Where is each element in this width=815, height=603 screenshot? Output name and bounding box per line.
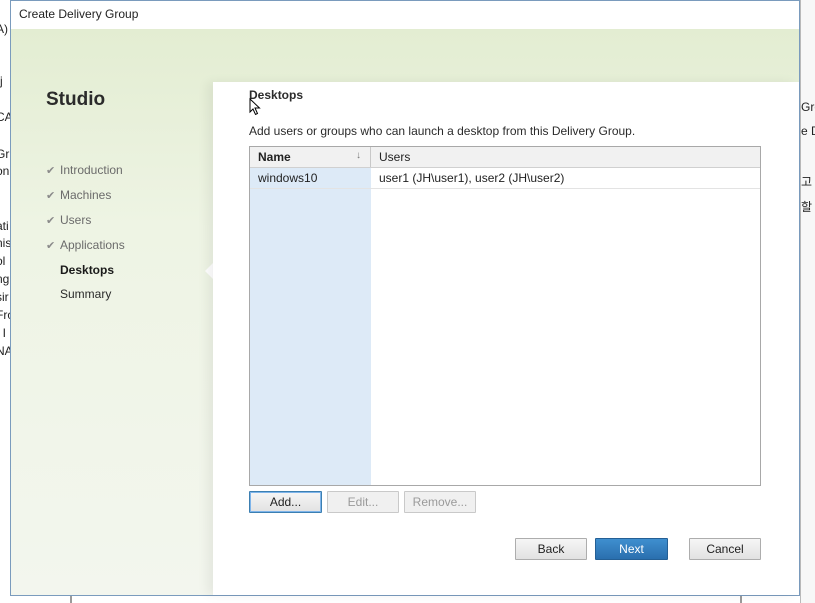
column-header-name[interactable]: Name ↓ [250,147,371,167]
add-button[interactable]: Add... [249,491,322,513]
row-users-cell: user1 (JH\user1), user2 (JH\user2) [379,171,565,185]
step-label: Applications [60,238,125,252]
step-label: Introduction [60,163,123,177]
desktops-table[interactable]: Name ↓ Users windows10 user1 (JH\user1),… [249,146,761,486]
name-column-background [250,167,371,485]
bg-text: 할 [801,200,813,214]
check-icon: ✔ [46,165,56,177]
column-header-label: Name [258,150,291,164]
wizard-content: Studio ✔ Introduction ✔ Machines ✔ Users ✔ A… [11,29,799,595]
check-icon: ✔ [46,215,56,227]
step-introduction: ✔ Introduction [46,163,123,183]
bg-text: Gr [0,147,10,161]
next-button[interactable]: Next [595,538,668,560]
step-applications: ✔ Applications [46,238,125,258]
bg-text: ol [0,254,6,268]
remove-button[interactable]: Remove... [404,491,476,513]
bg-text: (j [0,74,3,88]
background-app-right: Gro e Dr 고 할 [800,0,815,603]
step-machines: ✔ Machines [46,188,111,208]
create-delivery-group-dialog: Create Delivery Group Studio ✔ Introducti… [10,0,800,596]
bg-text: on [0,164,10,178]
title-bar[interactable]: Create Delivery Group [11,1,799,29]
step-label: Desktops [60,263,115,277]
bg-text: ati [0,219,9,233]
check-icon: ✔ [46,190,56,202]
main-panel: Desktops Add users or groups who can lau… [213,82,799,595]
wizard-sidebar: Studio ✔ Introduction ✔ Machines ✔ Users ✔ A… [11,29,213,595]
bg-divider [70,596,72,603]
step-label: Summary [60,287,112,301]
table-row[interactable]: windows10 user1 (JH\user1), user2 (JH\us… [250,168,760,189]
step-users: ✔ Users [46,213,91,233]
sort-arrow-icon: ↓ [356,150,361,161]
bg-text: A) [0,22,8,36]
bg-text: / I [0,326,7,340]
bg-text: sir [0,290,9,304]
bg-text: ng [0,272,10,286]
edit-button[interactable]: Edit... [327,491,399,513]
row-name-cell: windows10 [258,171,318,185]
step-summary: Summary [46,287,111,307]
bg-divider [740,596,742,603]
cancel-button[interactable]: Cancel [689,538,761,560]
mouse-cursor-icon [249,98,261,116]
active-step-pointer [205,263,213,279]
page-description: Add users or groups who can launch a des… [249,124,636,138]
window-title: Create Delivery Group [19,7,139,21]
column-header-users[interactable]: Users [379,150,410,164]
step-label: Users [60,213,92,227]
background-app-bottom [12,596,800,603]
step-label: Machines [60,188,112,202]
bg-text: e Dr [801,124,815,138]
bg-text: Gro [801,100,815,114]
bg-text: 고 [801,175,813,189]
table-header: Name ↓ Users [250,147,760,168]
check-icon: ✔ [46,240,56,252]
studio-brand: Studio [46,89,106,110]
step-desktops: Desktops [46,263,114,283]
back-button[interactable]: Back [515,538,587,560]
